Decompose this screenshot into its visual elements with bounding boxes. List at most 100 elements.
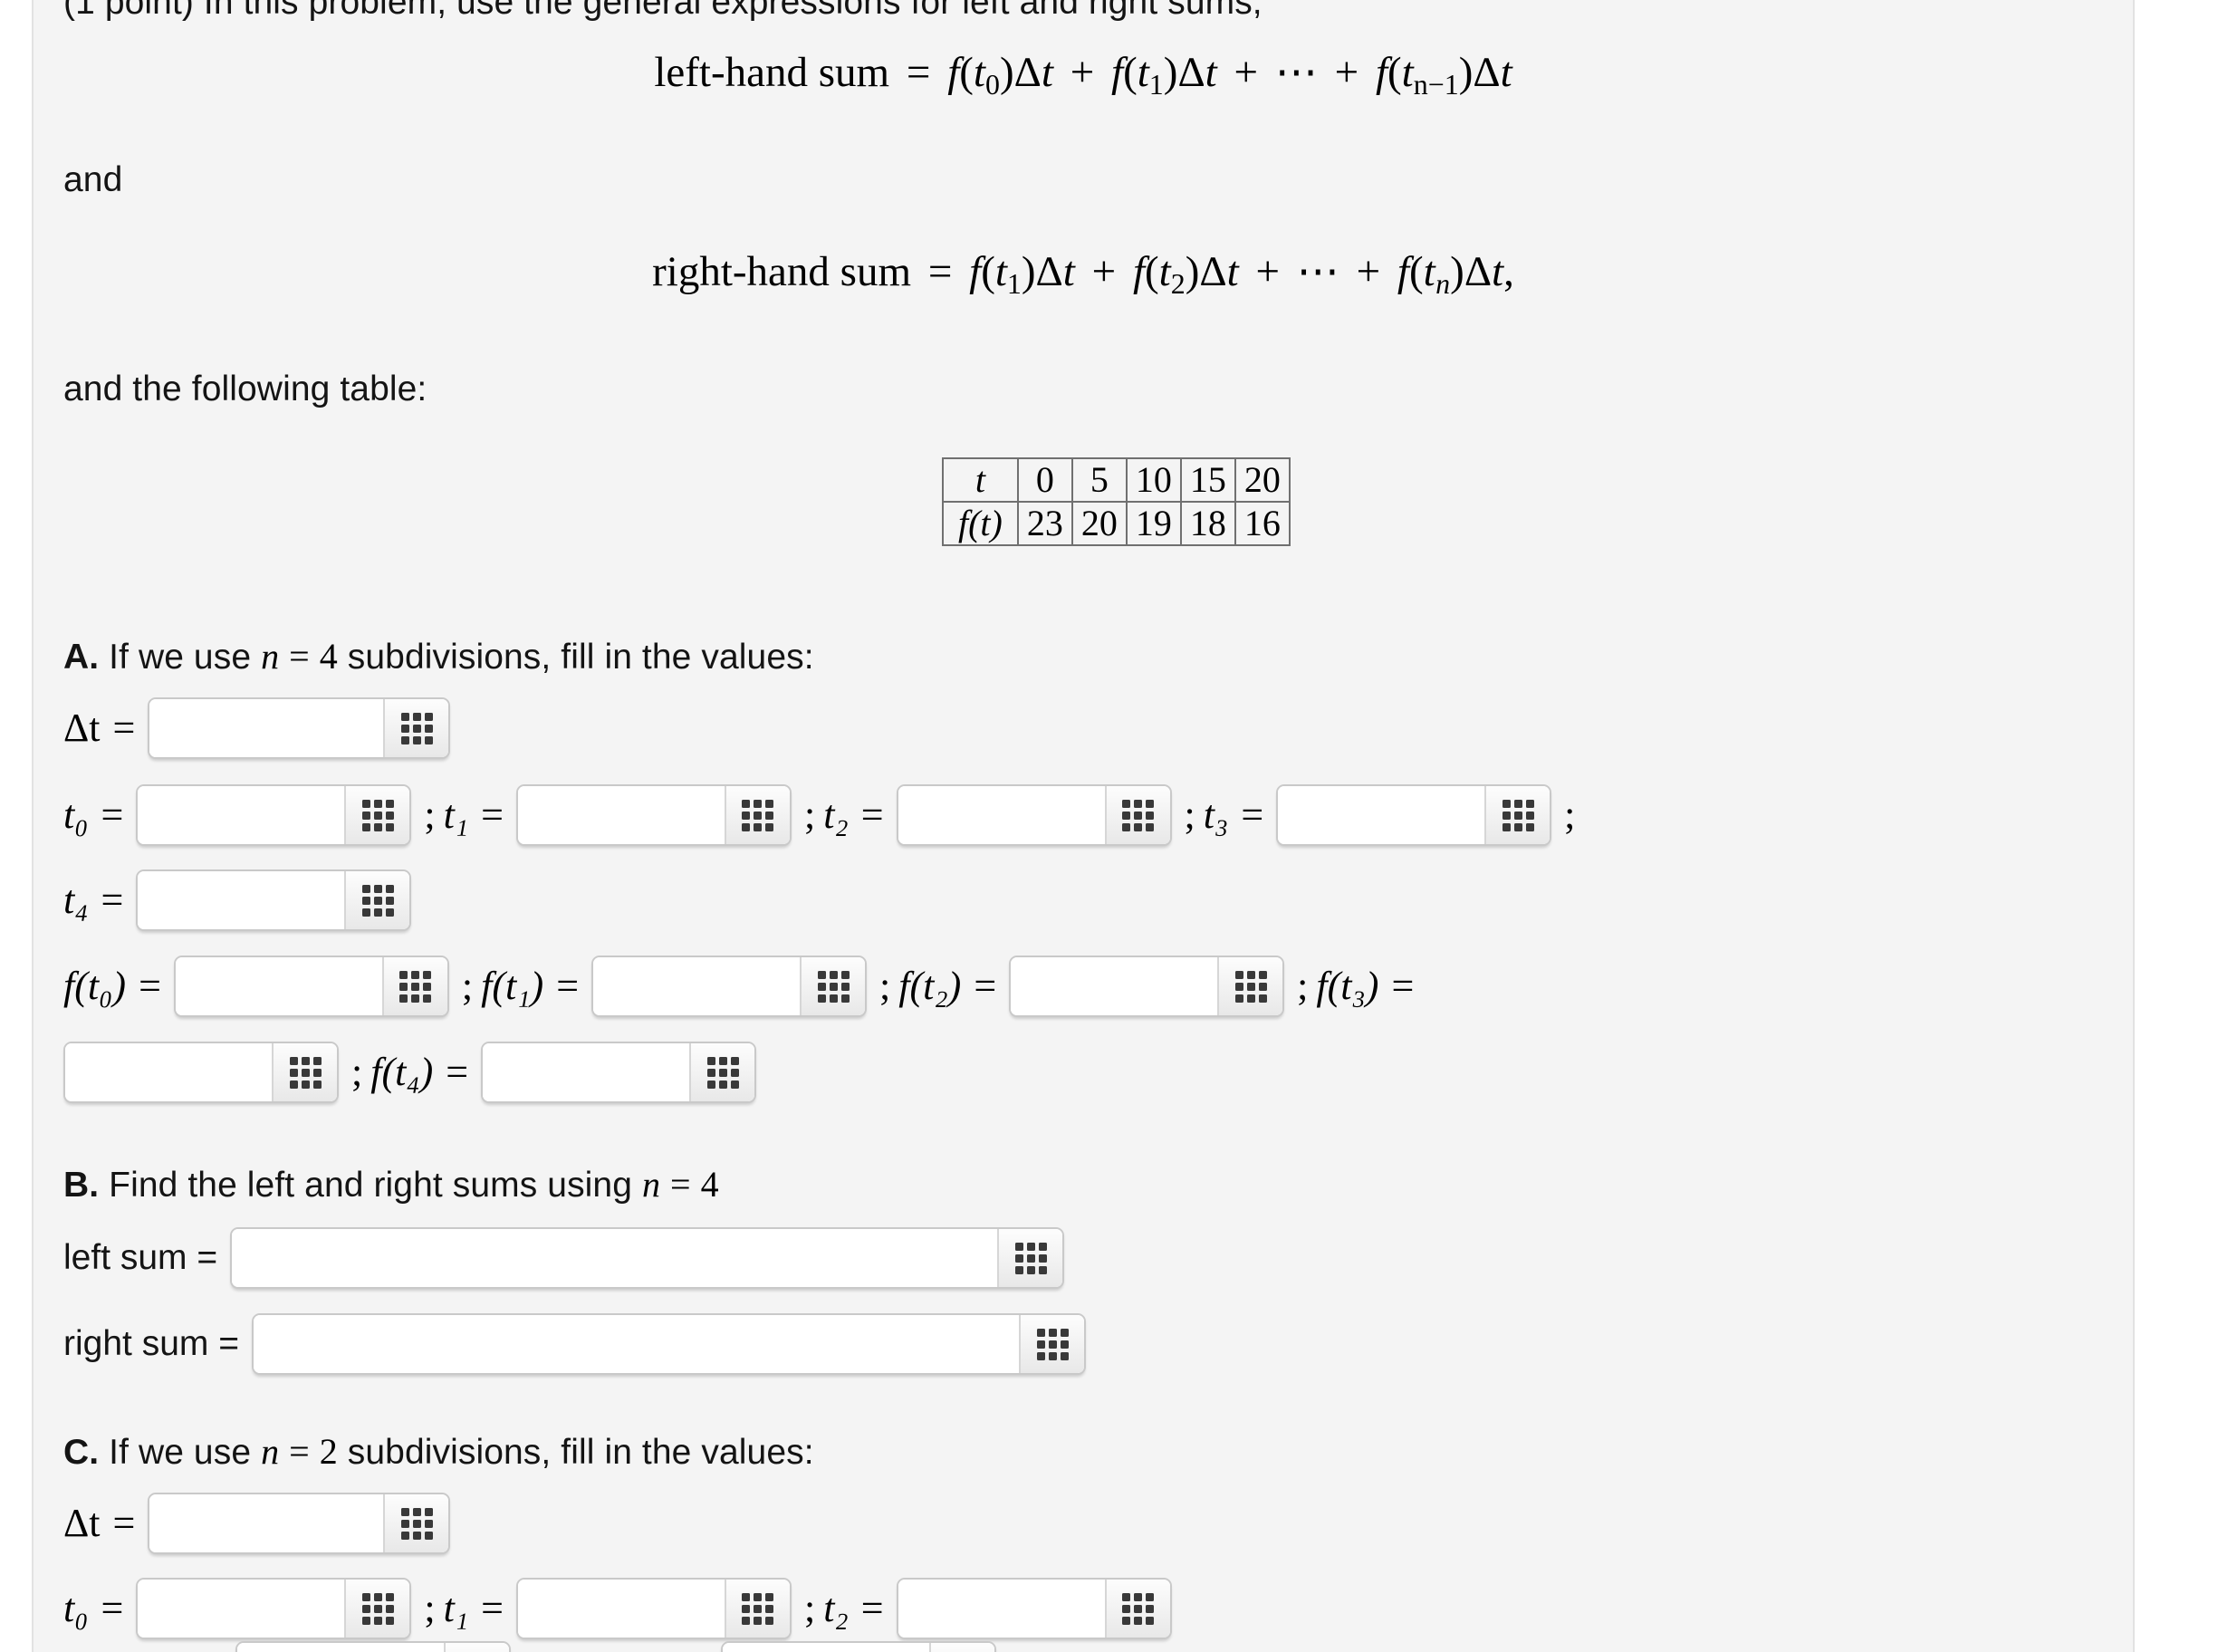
plus-sign: +: [1334, 49, 1359, 96]
input-t3-a-field[interactable]: [1278, 786, 1485, 844]
input-clipped-2[interactable]: [721, 1641, 996, 1652]
equals-t4-a: =: [101, 878, 124, 922]
section-a-var-n: n: [261, 636, 280, 677]
label-ft4-a: f(t₄): [370, 1050, 434, 1094]
input-t0-c[interactable]: [136, 1578, 412, 1639]
var-t: t: [1158, 248, 1171, 295]
input-clipped-2-field[interactable]: [723, 1643, 929, 1652]
table-cell-ft-2: 19: [1125, 501, 1182, 546]
input-t1-c[interactable]: [515, 1578, 792, 1639]
subscript-n-minus-1: n−1: [1413, 68, 1459, 101]
var-t: t: [973, 49, 985, 96]
keypad-grid-icon[interactable]: [929, 1643, 994, 1652]
function-f: f: [947, 49, 960, 96]
input-ft3-a[interactable]: [63, 1042, 339, 1103]
trailing-comma: ,: [1503, 248, 1514, 295]
table-cell-ft-3: 18: [1179, 501, 1236, 546]
equation-right-hand-sum-label: right-hand sum: [652, 248, 912, 295]
input-t4-a-field[interactable]: [138, 871, 345, 929]
input-t4-a[interactable]: [136, 869, 412, 931]
input-ft4-a-field[interactable]: [483, 1043, 690, 1101]
input-ft4-a[interactable]: [481, 1042, 757, 1103]
input-delta-t-c-field[interactable]: [149, 1494, 384, 1552]
table-cell-ft-1: 20: [1070, 501, 1128, 546]
keypad-grid-icon[interactable]: [1104, 786, 1170, 844]
var-t: t: [1401, 49, 1414, 96]
keypad-grid-icon[interactable]: [997, 1229, 1063, 1287]
input-ft2-a-field[interactable]: [1011, 957, 1218, 1015]
input-delta-t-c[interactable]: [148, 1493, 451, 1554]
label-left-sum: left sum =: [63, 1238, 218, 1277]
label-delta-t-c: Δt: [63, 1501, 101, 1545]
input-t0-a[interactable]: [136, 784, 412, 846]
keypad-grid-icon[interactable]: [1484, 786, 1551, 844]
input-t2-c-field[interactable]: [898, 1580, 1105, 1638]
delta-symbol: Δ: [1177, 49, 1205, 96]
input-ft1-a[interactable]: [591, 956, 868, 1017]
connector-and-text: and: [63, 160, 123, 199]
input-t2-c[interactable]: [896, 1578, 1172, 1639]
input-delta-t-a-field[interactable]: [149, 699, 384, 757]
keypad-grid-icon[interactable]: [1217, 957, 1283, 1015]
equals-t0-c: =: [101, 1586, 124, 1630]
input-ft2-a[interactable]: [1009, 956, 1285, 1017]
table-row-t: t 0 5 10 15 20: [942, 457, 1291, 503]
input-delta-t-a[interactable]: [148, 697, 451, 759]
input-t3-a[interactable]: [1276, 784, 1552, 846]
keypad-grid-icon[interactable]: [344, 786, 410, 844]
section-a-letter: A.: [63, 638, 100, 677]
semicolon-8-a: ;: [351, 1050, 363, 1094]
input-t0-a-field[interactable]: [138, 786, 345, 844]
keypad-grid-icon[interactable]: [272, 1043, 337, 1101]
table-lead-text: and the following table:: [63, 370, 427, 408]
keypad-grid-icon[interactable]: [444, 1643, 509, 1652]
label-t0-c: t₀: [63, 1586, 89, 1630]
input-t0-c-field[interactable]: [138, 1580, 345, 1638]
row-right-sum: right sum =: [63, 1313, 1086, 1375]
section-b-equals: =: [670, 1164, 691, 1205]
input-t2-a[interactable]: [896, 784, 1172, 846]
keypad-grid-icon[interactable]: [383, 1494, 449, 1552]
label-ft3-a: f(t₃): [1316, 964, 1379, 1008]
label-ft2-a: f(t₂): [898, 964, 962, 1008]
keypad-grid-icon[interactable]: [724, 1580, 790, 1638]
semicolon-1-c: ;: [424, 1586, 436, 1630]
plus-sign: +: [1070, 49, 1095, 96]
input-t1-a[interactable]: [515, 784, 792, 846]
problem-page: (1 point) In this problem, use the gener…: [0, 0, 2237, 1652]
keypad-grid-icon[interactable]: [1019, 1315, 1084, 1373]
delta-symbol: Δ: [1473, 49, 1501, 96]
label-ft0-a: f(t₀): [63, 964, 127, 1008]
input-ft3-a-field[interactable]: [65, 1043, 272, 1101]
input-left-sum[interactable]: [230, 1227, 1065, 1289]
input-clipped-1-field[interactable]: [237, 1643, 444, 1652]
equals-delta-t-c: =: [112, 1501, 136, 1545]
keypad-grid-icon[interactable]: [383, 699, 449, 757]
semicolon-7-a: ;: [1297, 964, 1309, 1008]
keypad-grid-icon[interactable]: [800, 957, 866, 1015]
input-right-sum-field[interactable]: [254, 1315, 1019, 1373]
input-t1-c-field[interactable]: [517, 1580, 725, 1638]
input-ft1-a-field[interactable]: [593, 957, 801, 1015]
keypad-grid-icon[interactable]: [689, 1043, 755, 1101]
input-t2-a-field[interactable]: [898, 786, 1105, 844]
input-right-sum[interactable]: [252, 1313, 1086, 1375]
input-ft0-a-field[interactable]: [175, 957, 382, 1015]
delta-symbol: Δ: [1013, 49, 1042, 96]
keypad-grid-icon[interactable]: [724, 786, 790, 844]
table-cell-t-3: 15: [1179, 457, 1236, 503]
input-clipped-1[interactable]: [235, 1641, 511, 1652]
subscript-n: n: [1435, 267, 1451, 300]
keypad-grid-icon[interactable]: [344, 871, 410, 929]
input-t1-a-field[interactable]: [517, 786, 725, 844]
input-left-sum-field[interactable]: [232, 1229, 998, 1287]
table-header-t: t: [942, 457, 1019, 503]
table-cell-ft-0: 23: [1016, 501, 1073, 546]
keypad-grid-icon[interactable]: [1104, 1580, 1170, 1638]
equals-t1-a: =: [481, 792, 504, 837]
section-a-heading: A. If we use n = 4 subdivisions, fill in…: [63, 636, 814, 678]
label-t1-c: t₁: [443, 1586, 469, 1630]
input-ft0-a[interactable]: [173, 956, 449, 1017]
keypad-grid-icon[interactable]: [381, 957, 447, 1015]
keypad-grid-icon[interactable]: [344, 1580, 410, 1638]
